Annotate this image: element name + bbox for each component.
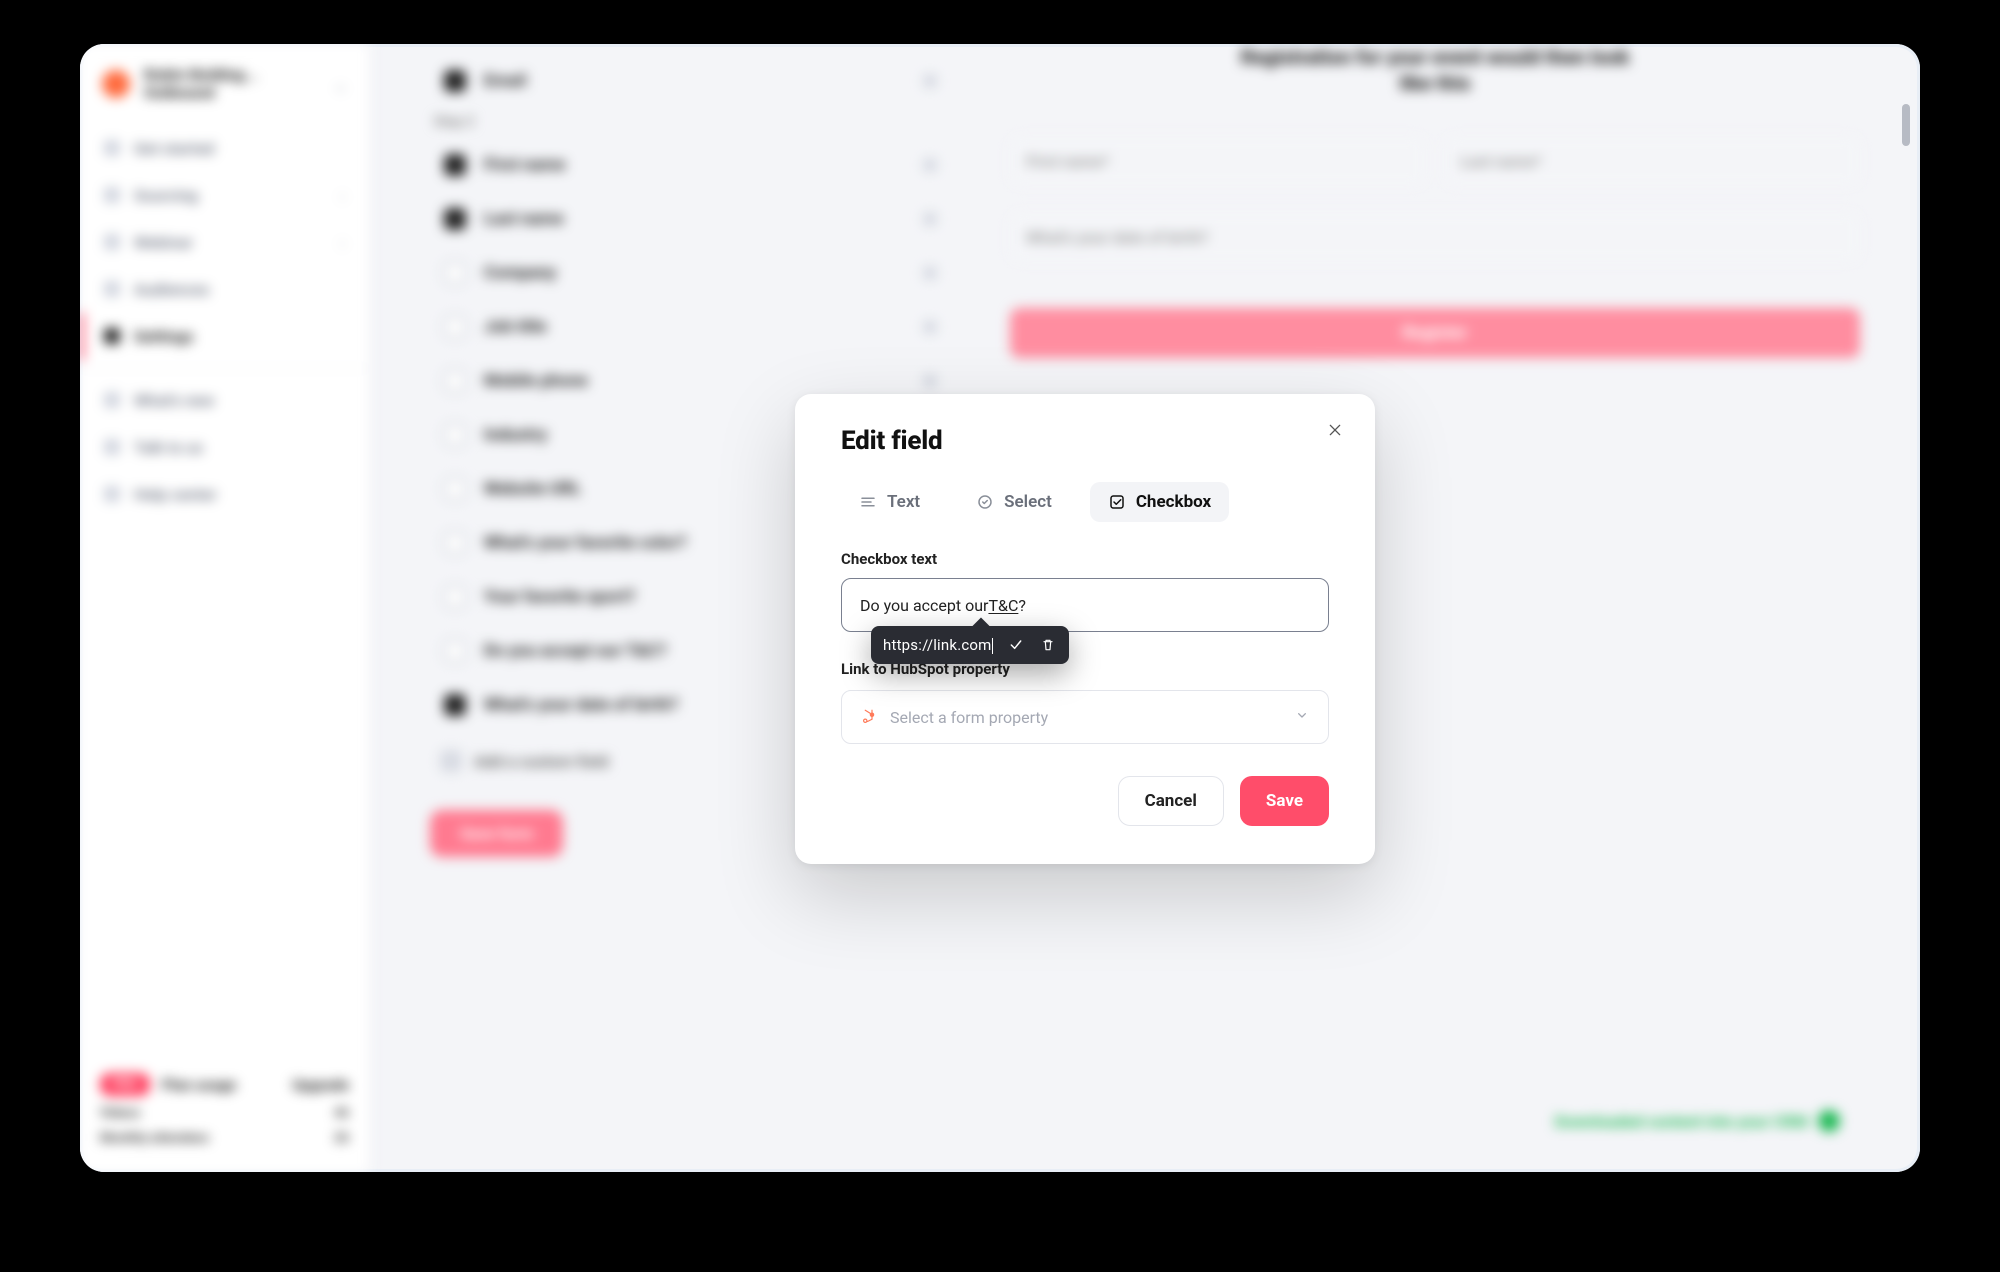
input-value-suffix: ? bbox=[1018, 596, 1026, 615]
save-button[interactable]: Save bbox=[1240, 776, 1329, 826]
edit-field-modal: Edit field Text Select Checkbox Checkbox… bbox=[795, 394, 1375, 864]
cancel-button[interactable]: Cancel bbox=[1118, 776, 1224, 826]
check-icon bbox=[1008, 637, 1024, 653]
tab-checkbox[interactable]: Checkbox bbox=[1090, 482, 1229, 522]
trash-icon bbox=[1040, 637, 1056, 653]
tab-select[interactable]: Select bbox=[958, 482, 1070, 522]
text-cursor bbox=[992, 638, 993, 654]
text-icon bbox=[859, 493, 877, 511]
checkbox-text-input[interactable]: Do you accept our T&C? bbox=[841, 578, 1329, 632]
chevron-down-icon bbox=[1294, 707, 1310, 727]
close-icon bbox=[1327, 422, 1343, 438]
link-editor-popover: https://link.com bbox=[871, 626, 1069, 664]
close-button[interactable] bbox=[1321, 416, 1349, 444]
checkbox-text-label: Checkbox text bbox=[841, 550, 1329, 568]
hubspot-select-placeholder: Select a form property bbox=[890, 708, 1048, 727]
input-value-prefix: Do you accept our bbox=[860, 596, 988, 615]
select-icon bbox=[976, 493, 994, 511]
link-url-input[interactable]: https://link.com bbox=[883, 636, 993, 654]
confirm-link-button[interactable] bbox=[1007, 636, 1025, 654]
delete-link-button[interactable] bbox=[1039, 636, 1057, 654]
modal-title: Edit field bbox=[841, 426, 1329, 456]
hubspot-property-select[interactable]: Select a form property bbox=[841, 690, 1329, 744]
tab-text[interactable]: Text bbox=[841, 482, 938, 522]
input-value-link: T&C bbox=[988, 596, 1018, 615]
hubspot-icon bbox=[860, 708, 878, 726]
app-window: Robin Bolding... Outbound ⌄ Get started … bbox=[80, 44, 1920, 1172]
field-type-tabs: Text Select Checkbox bbox=[841, 482, 1329, 522]
checkbox-icon bbox=[1108, 493, 1126, 511]
